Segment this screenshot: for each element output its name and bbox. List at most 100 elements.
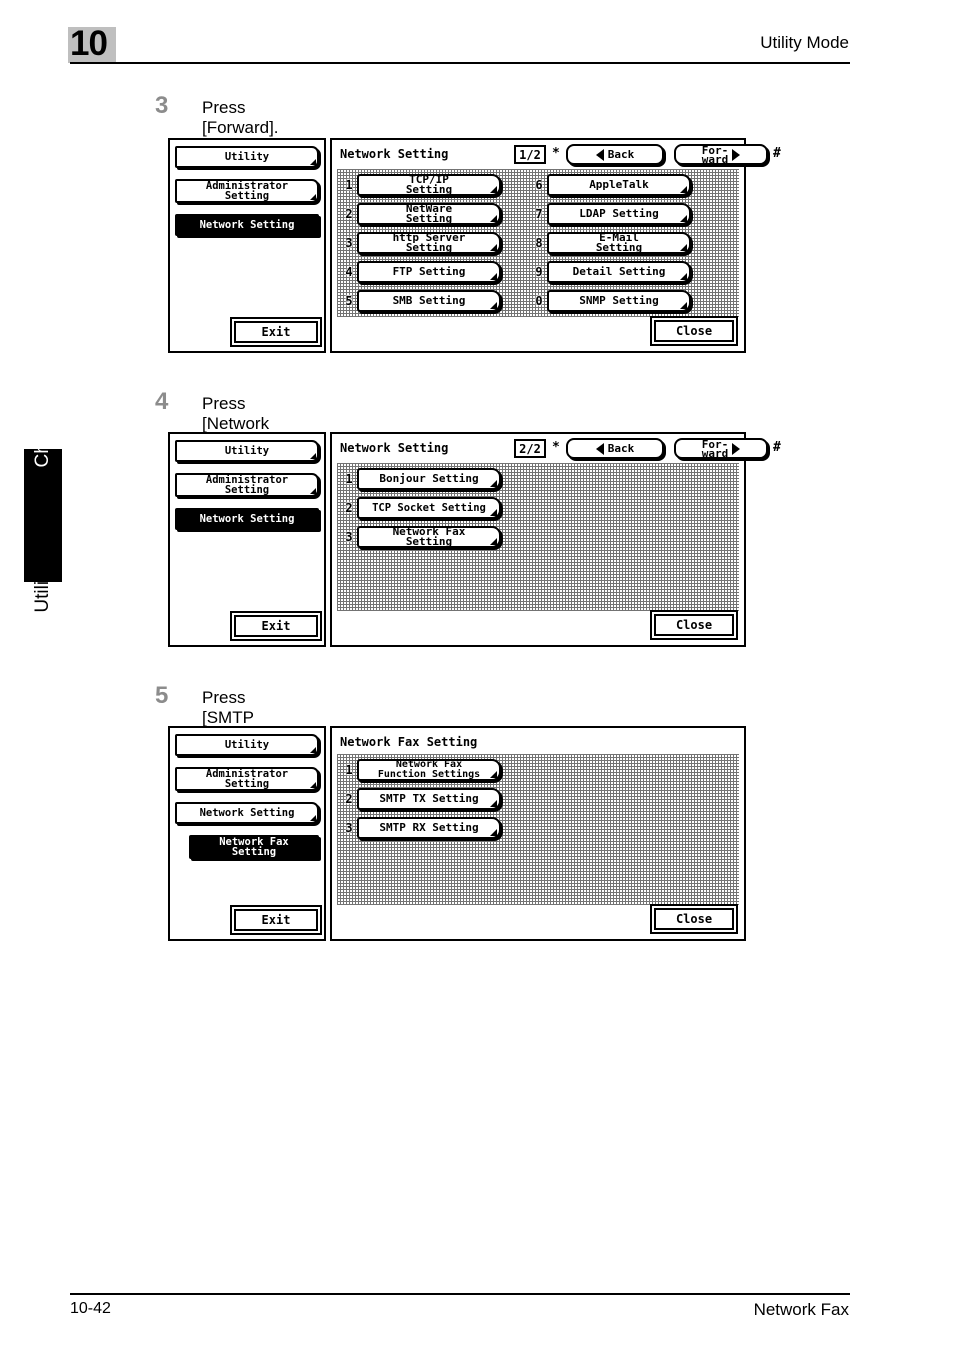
options-grid: 1 Network Fax Function Settings 2 SMTP T… xyxy=(337,754,739,905)
option-row: 2 SMTP TX Setting xyxy=(341,788,501,810)
footer-section-title: Network Fax xyxy=(753,1300,849,1319)
forward-button-label: For- ward xyxy=(701,437,729,460)
option-button-smtp-tx-setting[interactable]: SMTP TX Setting xyxy=(357,788,501,810)
footer-rule xyxy=(70,1293,850,1295)
option-number: 2 xyxy=(345,207,353,221)
tree-item-label: Network Setting xyxy=(199,807,295,819)
tree-item-label: Utility xyxy=(224,151,270,163)
option-row: 2 NetWare Setting xyxy=(341,203,501,225)
option-button-ldap-setting[interactable]: LDAP Setting xyxy=(547,203,691,225)
menu-tree: Utility Administrator Setting Network Se… xyxy=(175,734,319,870)
close-button[interactable]: Close xyxy=(650,316,738,346)
option-button-smb-setting[interactable]: SMB Setting xyxy=(357,290,501,312)
option-row: 2 TCP Socket Setting xyxy=(341,497,501,519)
option-label: TCP Socket Setting xyxy=(372,502,486,514)
option-number: 9 xyxy=(535,265,543,279)
footer-page-number: 10-42 xyxy=(70,1300,111,1317)
arrow-right-icon xyxy=(732,442,741,455)
option-row: 0 SNMP Setting xyxy=(531,290,691,312)
header-rule xyxy=(70,62,850,64)
exit-button[interactable]: Exit xyxy=(230,317,322,347)
step-number: 4 xyxy=(155,388,169,415)
corner-marker-icon xyxy=(490,509,497,516)
option-number: 4 xyxy=(345,265,353,279)
tree-item-label: Network Setting xyxy=(199,513,295,525)
option-row: 1 Bonjour Setting xyxy=(341,468,501,490)
tree-item-label: Administrator Setting xyxy=(205,180,289,202)
option-button-netware-setting[interactable]: NetWare Setting xyxy=(357,203,501,225)
forward-button[interactable]: For- ward xyxy=(674,144,768,165)
option-button-appletalk[interactable]: AppleTalk xyxy=(547,174,691,196)
option-button-ftp-setting[interactable]: FTP Setting xyxy=(357,261,501,283)
option-button-network-fax-setting[interactable]: Network Fax Setting xyxy=(357,526,501,548)
star-symbol-icon[interactable]: * xyxy=(552,440,560,455)
tree-item-network-fax-setting[interactable]: Network Fax Setting xyxy=(189,835,319,859)
close-button[interactable]: Close xyxy=(650,610,738,640)
lcd-left-pane: Utility Administrator Setting Network Se… xyxy=(168,432,326,647)
option-label: SMTP TX Setting xyxy=(379,792,479,805)
arrow-left-icon xyxy=(595,148,604,161)
tree-item-administrator-setting[interactable]: Administrator Setting xyxy=(175,179,319,203)
screen-title: Network Setting xyxy=(340,441,449,455)
option-row: 3 http Server Setting xyxy=(341,232,501,254)
corner-marker-icon xyxy=(680,302,687,309)
exit-button[interactable]: Exit xyxy=(230,611,322,641)
option-button-smtp-rx-setting[interactable]: SMTP RX Setting xyxy=(357,817,501,839)
forward-button[interactable]: For- ward xyxy=(674,438,768,459)
option-number: 8 xyxy=(535,236,543,250)
option-button-snmp-setting[interactable]: SNMP Setting xyxy=(547,290,691,312)
hash-symbol-icon[interactable]: # xyxy=(773,440,781,455)
tree-item-administrator-setting[interactable]: Administrator Setting xyxy=(175,767,319,791)
option-number: 0 xyxy=(535,294,543,308)
option-button-tcpip-setting[interactable]: TCP/IP Setting xyxy=(357,174,501,196)
corner-marker-icon xyxy=(490,829,497,836)
lcd-screenshot-3: Utility Administrator Setting Network Se… xyxy=(168,726,746,941)
tree-item-utility[interactable]: Utility xyxy=(175,146,319,168)
option-row: 3 Network Fax Setting xyxy=(341,526,501,548)
option-label: LDAP Setting xyxy=(579,207,659,220)
corner-marker-icon xyxy=(490,273,497,280)
corner-marker-icon xyxy=(310,453,316,459)
tree-item-utility[interactable]: Utility xyxy=(175,440,319,462)
option-number: 2 xyxy=(345,792,353,806)
side-section-label: Utility Mode xyxy=(32,513,53,613)
option-row: 7 LDAP Setting xyxy=(531,203,691,225)
option-button-detail-setting[interactable]: Detail Setting xyxy=(547,261,691,283)
arrow-left-icon xyxy=(595,442,604,455)
option-number: 3 xyxy=(345,530,353,544)
tree-item-administrator-setting[interactable]: Administrator Setting xyxy=(175,473,319,497)
tree-item-utility[interactable]: Utility xyxy=(175,734,319,756)
tree-item-network-setting[interactable]: Network Setting xyxy=(175,508,319,530)
option-label: E-Mail Setting xyxy=(595,231,643,254)
option-row: 8 E-Mail Setting xyxy=(531,232,691,254)
lcd-right-pane: Network Setting 2/2 * Back For- ward # 1… xyxy=(330,432,781,647)
back-button-label: Back xyxy=(607,442,635,455)
option-number: 6 xyxy=(535,178,543,192)
option-button-email-setting[interactable]: E-Mail Setting xyxy=(547,232,691,254)
exit-button[interactable]: Exit xyxy=(230,905,322,935)
option-label: Network Fax Function Settings xyxy=(377,759,481,780)
corner-marker-icon xyxy=(680,186,687,193)
tree-item-network-setting[interactable]: Network Setting xyxy=(175,802,319,824)
corner-marker-icon xyxy=(490,244,497,251)
corner-marker-icon xyxy=(310,815,316,821)
options-grid: 1 Bonjour Setting 2 TCP Socket Setting 3… xyxy=(337,463,739,611)
option-button-tcp-socket-setting[interactable]: TCP Socket Setting xyxy=(357,497,501,519)
corner-marker-icon xyxy=(490,302,497,309)
option-number: 3 xyxy=(345,821,353,835)
tree-item-network-setting[interactable]: Network Setting xyxy=(175,214,319,236)
option-button-network-fax-function-settings[interactable]: Network Fax Function Settings xyxy=(357,759,501,781)
close-button[interactable]: Close xyxy=(650,904,738,934)
back-button[interactable]: Back xyxy=(566,144,664,165)
corner-marker-icon xyxy=(490,538,497,545)
hash-symbol-icon[interactable]: # xyxy=(773,146,781,161)
option-label: FTP Setting xyxy=(392,265,466,278)
page-header: 10 Utility Mode xyxy=(0,0,954,90)
star-symbol-icon[interactable]: * xyxy=(552,146,560,161)
lcd-left-pane: Utility Administrator Setting Network Se… xyxy=(168,138,326,353)
option-row: 3 SMTP RX Setting xyxy=(341,817,501,839)
back-button[interactable]: Back xyxy=(566,438,664,459)
step-instruction: Press [Forward]. xyxy=(202,98,279,137)
option-button-http-server-setting[interactable]: http Server Setting xyxy=(357,232,501,254)
option-button-bonjour-setting[interactable]: Bonjour Setting xyxy=(357,468,501,490)
